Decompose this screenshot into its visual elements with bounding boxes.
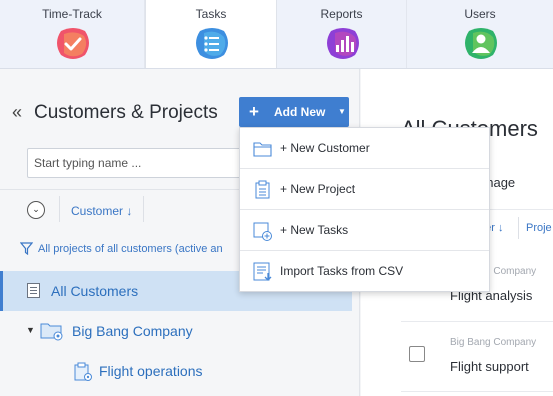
add-new-dropdown-menu: + New Customer + New Project + New Tasks… [239,127,490,292]
tree-item-project[interactable]: Flight operations [0,351,352,391]
tab-tasks[interactable]: Tasks [145,0,277,68]
menu-item-new-project[interactable]: + New Project [240,169,489,210]
add-new-button[interactable]: + Add New ▼ [239,97,349,127]
tree-item-company[interactable]: ▼ Big Bang Company [0,311,352,351]
bar-chart-icon [326,28,359,59]
panel-title: Customers & Projects [34,102,218,123]
task-checkbox[interactable] [409,346,425,362]
tab-label: Time-Track [42,7,102,21]
document-icon [27,283,40,298]
folder-icon [253,142,272,157]
divider [401,321,553,322]
filter-summary-link[interactable]: All projects of all customers (active an [38,243,238,255]
tab-users[interactable]: Users [407,0,553,68]
tab-time-track[interactable]: Time-Track [0,0,145,68]
tab-label: Tasks [195,7,227,21]
checkmark-icon [57,28,89,59]
divider [401,391,553,392]
tab-label: Users [464,7,496,21]
divider [59,196,60,222]
list-icon [196,28,228,59]
expand-all-chevron-icon[interactable]: ⌄ [27,201,45,219]
tab-label: Reports [320,7,363,21]
menu-item-label: + New Customer [280,141,370,155]
search-input[interactable] [27,148,247,178]
task-company: Big Bang Company [450,337,537,348]
collapse-panel-icon[interactable]: « [12,102,22,123]
tree-item-label: All Customers [51,283,139,299]
sort-by-customer[interactable]: Customer ↓ [71,204,132,218]
menu-item-label: + New Project [280,182,356,196]
menu-item-label: + New Tasks [280,223,349,237]
column-header-project[interactable]: Proje [526,222,552,234]
import-csv-icon [253,262,272,281]
caret-down-icon: ▼ [338,107,346,116]
filter-icon [20,242,33,255]
menu-item-new-customer[interactable]: + New Customer [240,128,489,169]
divider [143,196,144,222]
menu-item-import-csv[interactable]: Import Tasks from CSV [240,251,489,292]
customer-folder-icon [40,323,63,341]
user-icon [465,28,497,59]
project-clipboard-icon [74,362,92,381]
plus-icon: + [249,102,259,121]
tree-item-label: Flight operations [99,363,203,379]
tab-reports[interactable]: Reports [277,0,407,68]
expand-triangle-icon[interactable]: ▼ [26,325,35,335]
add-tasks-icon [253,222,272,241]
tree-item-label: Big Bang Company [72,323,193,339]
task-name[interactable]: Flight support [450,359,529,374]
add-new-label: Add New [274,105,326,119]
clipboard-icon [255,180,270,199]
menu-item-new-tasks[interactable]: + New Tasks [240,210,489,251]
divider [518,217,519,239]
top-navigation: Time-Track Tasks Reports Users [0,0,553,69]
menu-item-label: Import Tasks from CSV [280,264,404,278]
